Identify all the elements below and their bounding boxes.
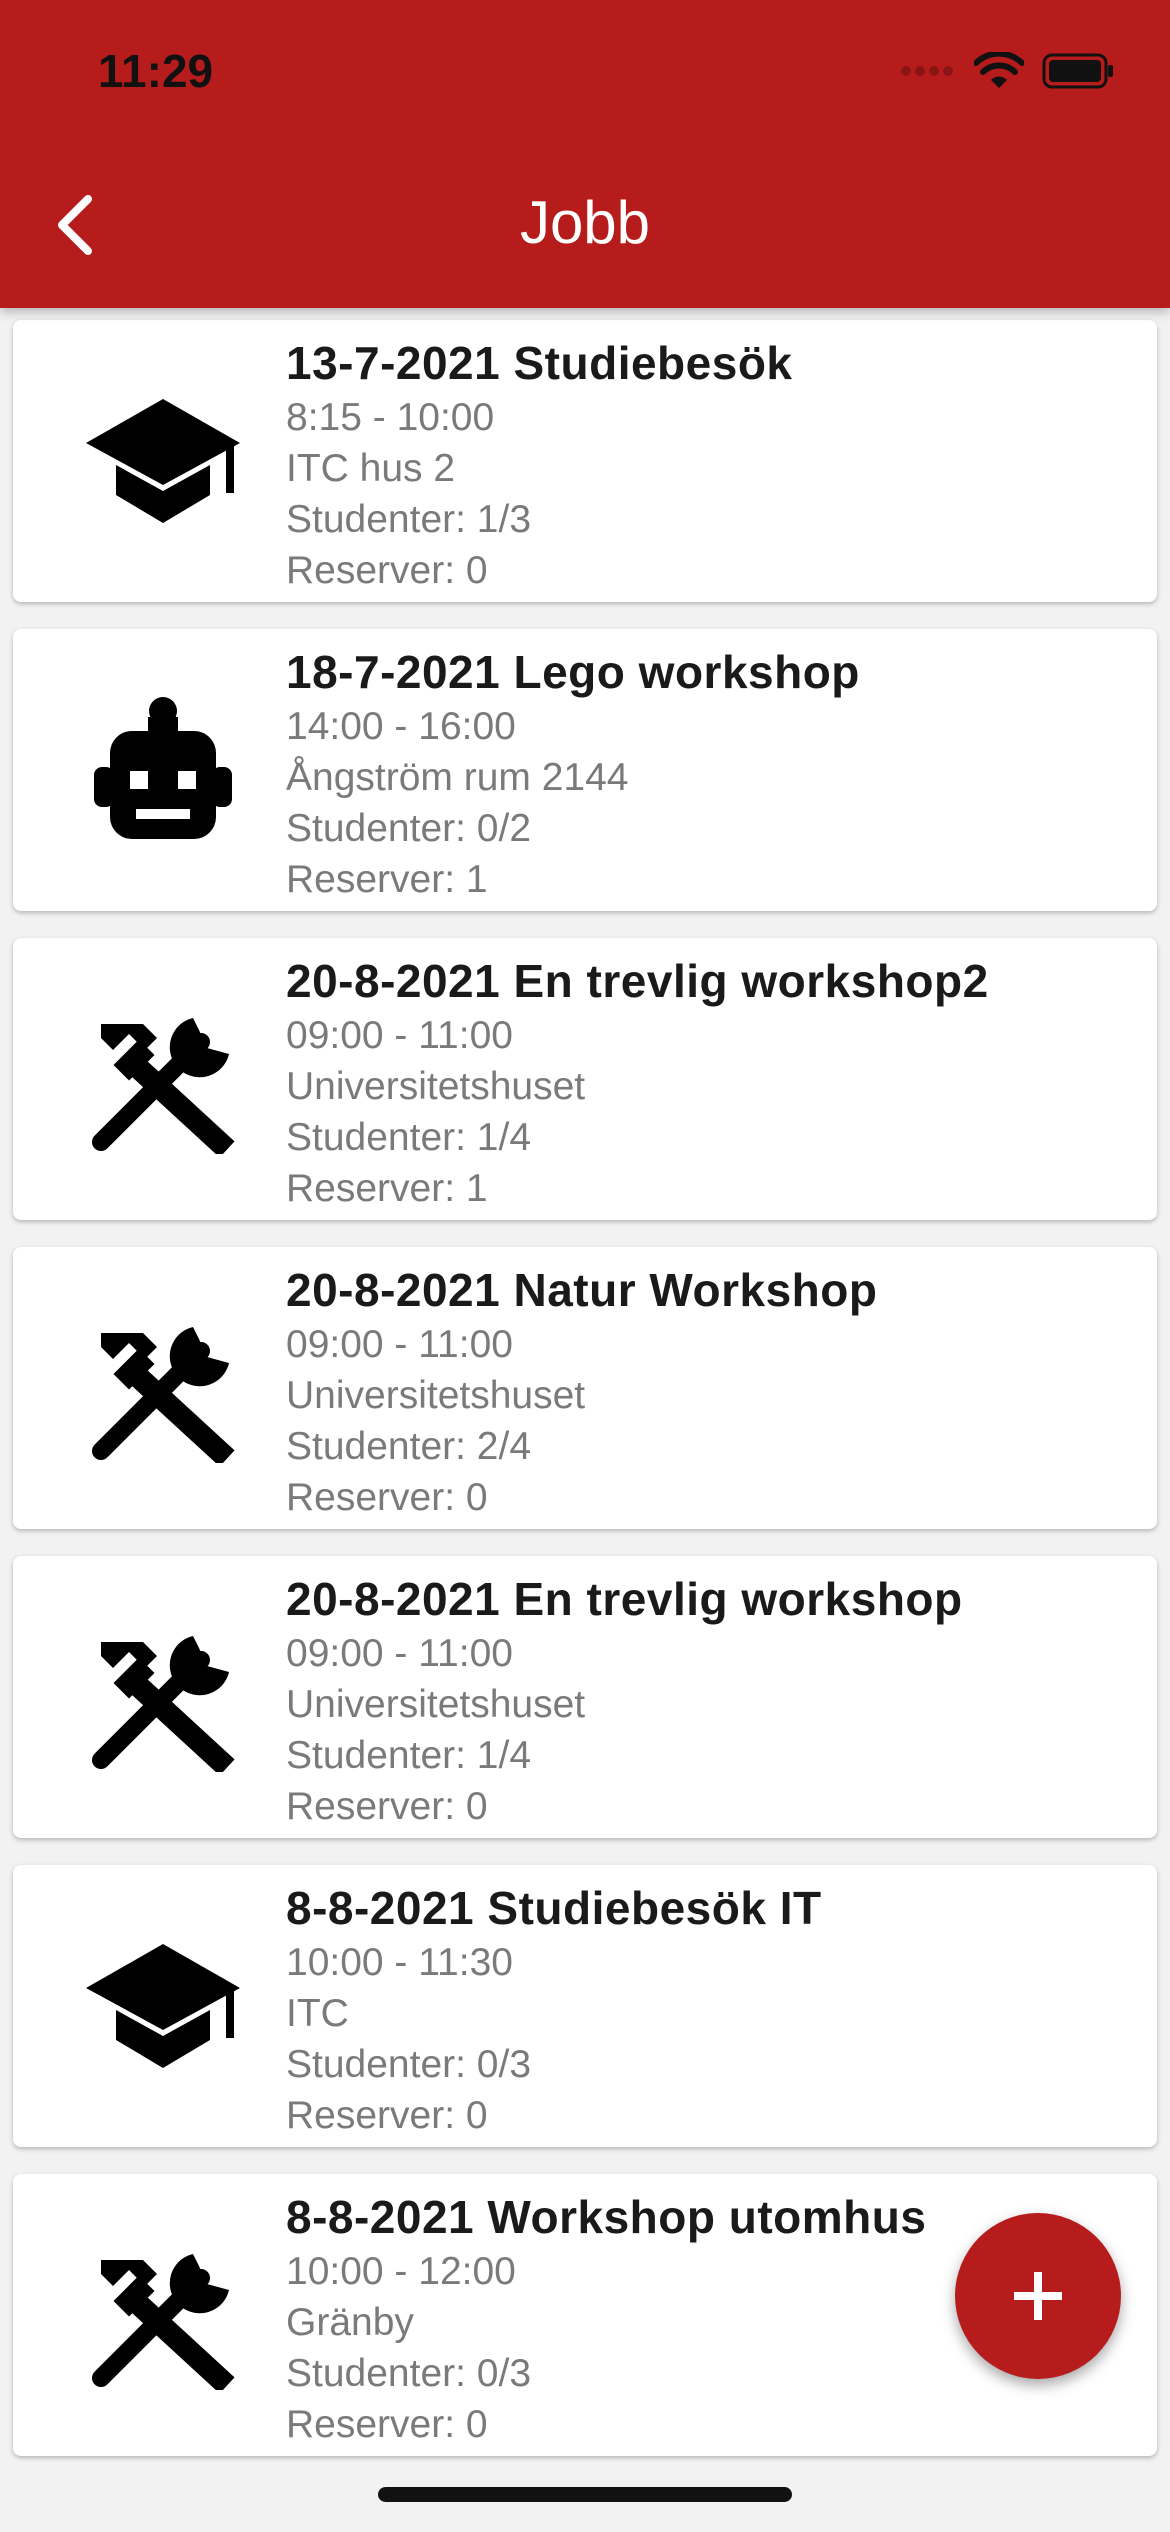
job-time: 14:00 - 16:00 bbox=[286, 705, 516, 748]
job-reserves: Reserver: 0 bbox=[286, 1785, 488, 1828]
job-card[interactable]: 8-8-2021 Studiebesök IT 10:00 - 11:30 IT… bbox=[13, 1865, 1157, 2147]
job-location: Universitetshuset bbox=[286, 1683, 586, 1726]
job-reserves: Reserver: 1 bbox=[286, 1167, 488, 1210]
job-students: Studenter: 1/4 bbox=[286, 1734, 532, 1777]
job-students: Studenter: 1/4 bbox=[286, 1116, 532, 1159]
job-time: 09:00 - 11:00 bbox=[286, 1014, 513, 1057]
job-reserves: Reserver: 0 bbox=[286, 549, 488, 592]
tools-icon bbox=[68, 994, 258, 1164]
job-location: Universitetshuset bbox=[286, 1065, 586, 1108]
graduation-cap-icon bbox=[68, 1921, 258, 2091]
job-time: 09:00 - 11:00 bbox=[286, 1632, 513, 1675]
job-reserves: Reserver: 0 bbox=[286, 2094, 488, 2137]
job-time: 10:00 - 11:30 bbox=[286, 1941, 513, 1984]
plus-icon bbox=[1014, 2272, 1062, 2320]
tools-icon bbox=[68, 1612, 258, 1782]
page-title: Jobb bbox=[519, 189, 651, 256]
job-time: 09:00 - 11:00 bbox=[286, 1323, 513, 1366]
status-time: 11:29 bbox=[98, 45, 214, 97]
job-title: 13-7-2021 Studiebesök bbox=[286, 337, 793, 389]
job-time: 8:15 - 10:00 bbox=[286, 396, 495, 439]
cellular-signal-icon bbox=[901, 66, 953, 76]
wifi-icon bbox=[974, 52, 1024, 88]
job-title: 18-7-2021 Lego workshop bbox=[286, 646, 860, 698]
job-location: ITC hus 2 bbox=[286, 447, 456, 490]
job-card[interactable]: 20-8-2021 Natur Workshop 09:00 - 11:00 U… bbox=[13, 1247, 1157, 1529]
job-title: 20-8-2021 En trevlig workshop bbox=[286, 1573, 963, 1625]
home-indicator[interactable] bbox=[378, 2487, 792, 2502]
job-card[interactable]: 20-8-2021 En trevlig workshop 09:00 - 11… bbox=[13, 1556, 1157, 1838]
job-location: Ångström rum 2144 bbox=[286, 756, 629, 799]
app-bar: 11:29 Jobb bbox=[0, 0, 1170, 308]
add-job-button[interactable] bbox=[955, 2213, 1121, 2379]
job-title: 20-8-2021 Natur Workshop bbox=[286, 1264, 878, 1316]
graduation-cap-icon bbox=[68, 376, 258, 546]
job-card[interactable]: 13-7-2021 Studiebesök 8:15 - 10:00 ITC h… bbox=[13, 320, 1157, 602]
battery-icon bbox=[1042, 53, 1113, 89]
job-location: ITC bbox=[286, 1992, 349, 2035]
robot-icon bbox=[68, 685, 258, 855]
job-reserves: Reserver: 1 bbox=[286, 858, 488, 901]
job-reserves: Reserver: 0 bbox=[286, 1476, 488, 1519]
job-card[interactable]: 18-7-2021 Lego workshop 14:00 - 16:00 Ån… bbox=[13, 629, 1157, 911]
status-icons bbox=[900, 52, 1114, 90]
job-title: 20-8-2021 En trevlig workshop2 bbox=[286, 955, 989, 1007]
jobs-screen: 11:29 Jobb 13-7-2021 Studiebesök 8:15 - … bbox=[0, 0, 1170, 2532]
tools-icon bbox=[68, 1303, 258, 1473]
tools-icon bbox=[68, 2230, 258, 2400]
job-reserves: Reserver: 0 bbox=[286, 2403, 488, 2446]
job-students: Studenter: 1/3 bbox=[286, 498, 532, 541]
job-title: 8-8-2021 Studiebesök IT bbox=[286, 1882, 822, 1934]
job-students: Studenter: 2/4 bbox=[286, 1425, 532, 1468]
job-students: Studenter: 0/3 bbox=[286, 2043, 532, 2086]
job-card[interactable]: 20-8-2021 En trevlig workshop2 09:00 - 1… bbox=[13, 938, 1157, 1220]
job-location: Universitetshuset bbox=[286, 1374, 586, 1417]
job-students: Studenter: 0/2 bbox=[286, 807, 532, 850]
